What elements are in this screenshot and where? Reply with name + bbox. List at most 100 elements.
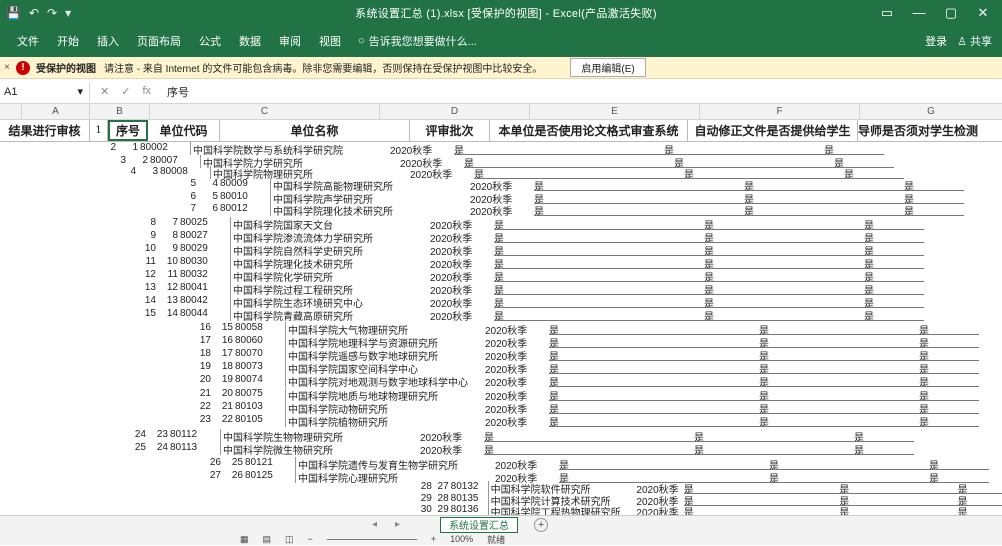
tab-review[interactable]: 审阅 xyxy=(270,33,310,49)
cell-seq[interactable]: 11 xyxy=(158,269,180,282)
cell-q2[interactable]: 是 xyxy=(759,348,919,361)
cell-code[interactable]: 80060 xyxy=(235,335,285,348)
cell-code[interactable]: 80027 xyxy=(180,230,230,243)
cell-name[interactable]: 中国科学院地质与地球物理研究所 xyxy=(285,388,485,401)
table-row[interactable]: 21 20 80075 中国科学院地质与地球物理研究所 2020秋季是是是 xyxy=(195,388,979,401)
cell-name[interactable]: 中国科学院渗流流体力学研究所 xyxy=(230,230,430,243)
zoom-slider[interactable] xyxy=(326,538,417,540)
column-header-d[interactable]: D xyxy=(380,104,530,119)
cell-q3[interactable]: 是 xyxy=(864,282,924,295)
table-row[interactable]: 12 11 80032 中国科学院化学研究所 2020秋季是是是 xyxy=(140,269,924,282)
header-q3[interactable]: 导师是否须对学生检测 xyxy=(858,120,992,141)
cell-code[interactable]: 80042 xyxy=(180,295,230,308)
cell-q2[interactable]: 是 xyxy=(759,401,919,414)
cell-code[interactable]: 80044 xyxy=(180,308,230,321)
row-number[interactable]: 25 xyxy=(130,442,148,455)
ribbon-display-options-icon[interactable]: ▭ xyxy=(872,5,902,21)
row-number[interactable]: 11 xyxy=(140,256,158,269)
cell-name[interactable]: 中国科学院地理科学与资源研究所 xyxy=(285,335,485,348)
spreadsheet-grid[interactable]: 结果进行审核 1 序号 单位代码 单位名称 评审批次 本单位是否使用论文格式审查… xyxy=(0,120,1002,515)
cell-q2[interactable]: 是 xyxy=(759,388,919,401)
row-number[interactable]: 4 xyxy=(120,166,138,179)
cell-code[interactable]: 80105 xyxy=(235,414,285,427)
row-number[interactable]: 8 xyxy=(140,217,158,230)
cell-q3[interactable]: 是 xyxy=(919,401,979,414)
cell-seq[interactable]: 6 xyxy=(198,203,220,216)
tab-home[interactable]: 开始 xyxy=(48,33,88,49)
cell-code[interactable]: 80032 xyxy=(180,269,230,282)
cell-seq[interactable]: 22 xyxy=(213,414,235,427)
column-header-b[interactable]: B xyxy=(90,104,150,119)
cell-seq[interactable]: 1 xyxy=(118,142,140,155)
cell-name[interactable]: 中国科学院植物研究所 xyxy=(285,414,485,427)
tab-view[interactable]: 视图 xyxy=(310,33,350,49)
cell-name[interactable]: 中国科学院大气物理研究所 xyxy=(285,322,485,335)
header-q1[interactable]: 本单位是否使用论文格式审查系统 xyxy=(490,120,688,141)
cell-seq[interactable]: 18 xyxy=(213,361,235,374)
tab-page-layout[interactable]: 页面布局 xyxy=(128,33,190,49)
table-row[interactable]: 26 25 80121 中国科学院遗传与发育生物学研究所 2020秋季是是是 xyxy=(205,457,989,470)
cell-seq[interactable]: 7 xyxy=(158,217,180,230)
tab-formulas[interactable]: 公式 xyxy=(190,33,230,49)
cell-q1[interactable]: 是 xyxy=(494,282,704,295)
cancel-icon[interactable]: ✕ xyxy=(100,85,109,98)
cell-q2[interactable]: 是 xyxy=(704,282,864,295)
cell-q1[interactable]: 是 xyxy=(549,335,759,348)
cell-q3[interactable]: 是 xyxy=(824,142,884,155)
table-row[interactable]: 24 23 80112 中国科学院生物物理研究所 2020秋季是是是 xyxy=(130,429,914,442)
cell-q3[interactable]: 是 xyxy=(919,348,979,361)
cell-name[interactable]: 中国科学院国家天文台 xyxy=(230,217,430,230)
row-number[interactable]: 21 xyxy=(195,388,213,401)
cell-q2[interactable]: 是 xyxy=(704,217,864,230)
fx-icon[interactable]: fx xyxy=(142,85,151,98)
cell-name[interactable]: 中国科学院化学研究所 xyxy=(230,269,430,282)
table-row[interactable]: 9 8 80027 中国科学院渗流流体力学研究所 2020秋季是是是 xyxy=(140,230,924,243)
cell-batch[interactable]: 2020秋季 xyxy=(485,388,549,401)
table-row[interactable]: 16 15 80058 中国科学院大气物理研究所 2020秋季是是是 xyxy=(195,322,979,335)
share-button[interactable]: ♙ 共享 xyxy=(957,33,992,49)
row-number[interactable]: 14 xyxy=(140,295,158,308)
cell-seq[interactable]: 25 xyxy=(223,457,245,470)
header-col0[interactable]: 结果进行审核 xyxy=(0,120,90,141)
cell-q2[interactable]: 是 xyxy=(704,269,864,282)
cell-batch[interactable]: 2020秋季 xyxy=(430,256,494,269)
header-seq[interactable]: 序号 xyxy=(108,120,148,141)
normal-view-icon[interactable]: ▦ xyxy=(240,534,249,545)
cell-q1[interactable]: 是 xyxy=(484,442,694,455)
cell-q1[interactable]: 是 xyxy=(494,269,704,282)
cell-code[interactable]: 80103 xyxy=(235,401,285,414)
cell-seq[interactable]: 29 xyxy=(434,504,451,515)
column-header-f[interactable]: F xyxy=(700,104,860,119)
cell-q3[interactable]: 是 xyxy=(919,322,979,335)
cell-q2[interactable]: 是 xyxy=(759,322,919,335)
zoom-in-icon[interactable]: + xyxy=(431,534,436,544)
cell-code[interactable]: 80029 xyxy=(180,243,230,256)
enable-editing-button[interactable]: 启用编辑(E) xyxy=(570,58,646,77)
table-row[interactable]: 8 7 80025 中国科学院国家天文台 2020秋季是是是 xyxy=(140,217,924,230)
row-number[interactable]: 12 xyxy=(140,269,158,282)
cell-batch[interactable]: 2020秋季 xyxy=(390,142,454,155)
cell-seq[interactable]: 20 xyxy=(213,388,235,401)
cell-batch[interactable]: 2020秋季 xyxy=(485,414,549,427)
column-header-a[interactable]: A xyxy=(22,104,90,119)
cell-q3[interactable]: 是 xyxy=(864,269,924,282)
cell-seq[interactable]: 13 xyxy=(158,295,180,308)
cell-batch[interactable]: 2020秋季 xyxy=(485,335,549,348)
cell-name[interactable]: 中国科学院微生物研究所 xyxy=(220,442,420,455)
cell-q2[interactable]: 是 xyxy=(769,457,929,470)
name-box[interactable]: A1 ▾ xyxy=(0,81,90,102)
sheet-nav-prev-icon[interactable]: ◂ xyxy=(372,519,377,530)
cell-seq[interactable]: 8 xyxy=(158,230,180,243)
table-row[interactable]: 22 21 80103 中国科学院动物研究所 2020秋季是是是 xyxy=(195,401,979,414)
cell-seq[interactable]: 24 xyxy=(148,442,170,455)
cell-code[interactable]: 80009 xyxy=(220,178,270,191)
cell-batch[interactable]: 2020秋季 xyxy=(430,217,494,230)
cell-batch[interactable]: 2020秋季 xyxy=(470,203,534,216)
row-number[interactable]: 26 xyxy=(205,457,223,470)
cell-name[interactable]: 中国科学院国家空间科学中心 xyxy=(285,361,485,374)
cell-q1[interactable]: 是 xyxy=(494,295,704,308)
row-number[interactable]: 2 xyxy=(100,142,118,155)
cell-seq[interactable]: 3 xyxy=(138,166,160,179)
tab-insert[interactable]: 插入 xyxy=(88,33,128,49)
row-number[interactable]: 15 xyxy=(140,308,158,321)
